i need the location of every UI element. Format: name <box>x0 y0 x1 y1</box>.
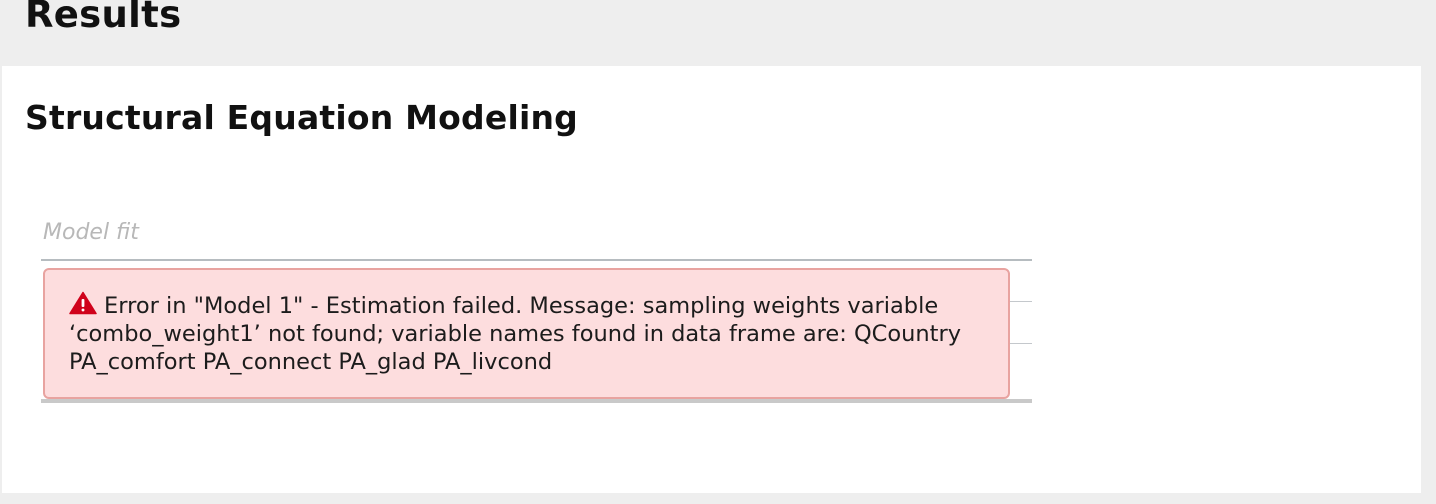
analysis-panel: Structural Equation Modeling Model fit E… <box>2 66 1421 493</box>
table-bottom-rule <box>41 399 1032 403</box>
analysis-title[interactable]: Structural Equation Modeling <box>25 96 578 140</box>
model-fit-table: Model fit Error in "Model 1" - Estimatio… <box>41 211 1032 411</box>
error-message-box: Error in "Model 1" - Estimation failed. … <box>43 268 1010 399</box>
table-caption: Model fit <box>43 220 139 245</box>
error-message-text: Error in "Model 1" - Estimation failed. … <box>69 293 962 375</box>
table-top-rule <box>41 259 1032 261</box>
results-header: Results <box>25 0 182 36</box>
warning-triangle-icon <box>69 291 97 315</box>
